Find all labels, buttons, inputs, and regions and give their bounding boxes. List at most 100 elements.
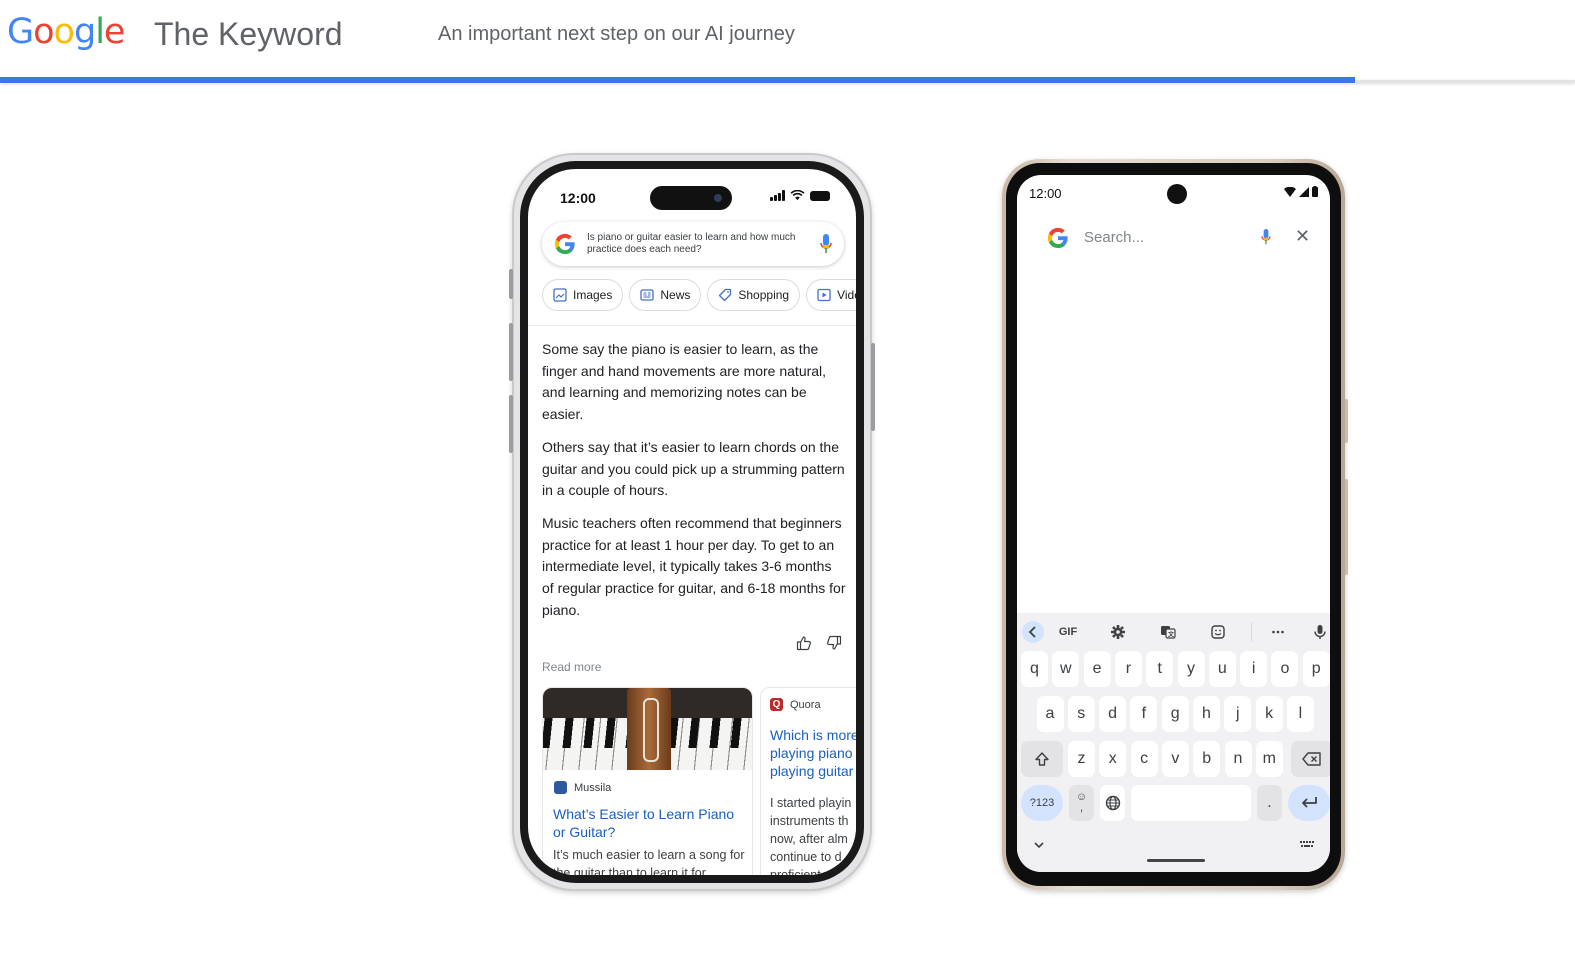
power-button bbox=[1345, 399, 1348, 443]
google-logo[interactable]: Google bbox=[7, 9, 125, 55]
key-v[interactable]: v bbox=[1161, 741, 1189, 777]
enter-icon bbox=[1302, 797, 1317, 808]
sticker-icon[interactable] bbox=[1203, 617, 1233, 647]
volume-down-button bbox=[509, 395, 513, 453]
iphone-mockup: 12:00 Is piano or guitar easier to learn… bbox=[509, 153, 875, 891]
key-o[interactable]: o bbox=[1271, 651, 1299, 687]
camera-icon bbox=[714, 194, 722, 202]
svg-text:文: 文 bbox=[1167, 631, 1175, 639]
voice-input-icon[interactable] bbox=[1305, 617, 1330, 647]
key-c[interactable]: c bbox=[1130, 741, 1158, 777]
home-indicator[interactable] bbox=[1147, 859, 1205, 862]
hide-keyboard-chevron-icon[interactable] bbox=[1033, 840, 1045, 850]
search-bar[interactable]: Is piano or guitar easier to learn and h… bbox=[542, 222, 844, 266]
article-title: An important next step on our AI journey bbox=[438, 23, 795, 45]
source-card[interactable]: Q Quora Which is more playing piano play… bbox=[760, 687, 856, 875]
card-source: Q Quora bbox=[770, 698, 821, 711]
on-screen-keyboard: GIF 文 q w e r t y u i o p a s d f g h j … bbox=[1017, 613, 1330, 872]
space-bar[interactable] bbox=[1131, 785, 1251, 821]
chip-videos[interactable]: Vide bbox=[806, 279, 856, 311]
quora-icon: Q bbox=[770, 698, 783, 711]
thumbs-up-icon[interactable] bbox=[796, 635, 812, 651]
key-i[interactable]: i bbox=[1240, 651, 1268, 687]
read-more-link[interactable]: Read more bbox=[542, 660, 601, 674]
key-b[interactable]: b bbox=[1193, 741, 1221, 777]
google-g-icon bbox=[554, 233, 575, 255]
shift-icon bbox=[1035, 752, 1049, 766]
key-k[interactable]: k bbox=[1255, 696, 1283, 732]
keyboard-switch-icon[interactable] bbox=[1300, 840, 1314, 850]
settings-gear-icon[interactable] bbox=[1103, 617, 1133, 647]
key-u[interactable]: u bbox=[1208, 651, 1236, 687]
key-r[interactable]: r bbox=[1114, 651, 1142, 687]
card-snippet: It’s much easier to learn a song for the… bbox=[553, 848, 745, 875]
key-a[interactable]: a bbox=[1036, 696, 1064, 732]
key-x[interactable]: x bbox=[1099, 741, 1127, 777]
key-z[interactable]: z bbox=[1068, 741, 1095, 777]
key-m[interactable]: m bbox=[1255, 741, 1283, 777]
chip-shopping[interactable]: Shopping bbox=[707, 279, 801, 311]
enter-key[interactable] bbox=[1288, 785, 1330, 821]
card-snippet: I started playin instruments th now, aft… bbox=[770, 796, 852, 875]
card-title-link[interactable]: Which is more playing piano playing guit… bbox=[770, 726, 856, 780]
search-filter-chips: Images News Shopping Vide bbox=[542, 279, 856, 311]
piano-guitar-image bbox=[543, 688, 752, 770]
period-key[interactable]: . bbox=[1257, 785, 1282, 821]
iphone-screen: 12:00 Is piano or guitar easier to learn… bbox=[528, 169, 856, 875]
gif-button[interactable]: GIF bbox=[1051, 617, 1085, 647]
video-icon bbox=[817, 288, 831, 302]
key-s[interactable]: s bbox=[1067, 696, 1095, 732]
chip-images[interactable]: Images bbox=[542, 279, 624, 311]
translate-icon[interactable]: 文 bbox=[1153, 617, 1183, 647]
globe-icon bbox=[1105, 795, 1120, 811]
key-h[interactable]: h bbox=[1193, 696, 1220, 732]
backspace-key[interactable] bbox=[1291, 741, 1330, 777]
key-q[interactable]: q bbox=[1021, 651, 1048, 687]
search-query: Is piano or guitar easier to learn and h… bbox=[587, 232, 796, 255]
key-f[interactable]: f bbox=[1130, 696, 1158, 732]
key-e[interactable]: e bbox=[1083, 651, 1111, 687]
thumbs-down-icon[interactable] bbox=[826, 635, 842, 651]
key-d[interactable]: d bbox=[1099, 696, 1127, 732]
source-card[interactable]: Mussila What’s Easier to Learn Piano or … bbox=[542, 687, 753, 875]
keyboard-nav-bar bbox=[1017, 832, 1330, 872]
chip-news[interactable]: News bbox=[629, 279, 702, 311]
emoji-comma-key[interactable]: ☺, bbox=[1069, 785, 1094, 821]
key-y[interactable]: y bbox=[1177, 651, 1205, 687]
back-chevron-icon[interactable] bbox=[1022, 621, 1044, 643]
google-g-icon bbox=[1047, 227, 1068, 249]
status-time: 12:00 bbox=[1029, 186, 1062, 201]
key-t[interactable]: t bbox=[1146, 651, 1174, 687]
status-time: 12:00 bbox=[560, 190, 596, 206]
microphone-icon[interactable] bbox=[820, 234, 832, 254]
microphone-icon[interactable] bbox=[1261, 229, 1271, 245]
action-button bbox=[509, 269, 513, 299]
more-options-icon[interactable] bbox=[1263, 617, 1293, 647]
symbols-key[interactable]: ?123 bbox=[1021, 785, 1063, 821]
shift-key[interactable] bbox=[1021, 741, 1063, 777]
search-input[interactable]: Search... bbox=[1084, 229, 1144, 246]
key-j[interactable]: j bbox=[1224, 696, 1252, 732]
battery-icon bbox=[1312, 186, 1318, 197]
site-title[interactable]: The Keyword bbox=[154, 14, 343, 54]
language-globe-key[interactable] bbox=[1100, 785, 1125, 821]
android-screen: 12:00 Search... ✕ GIF 文 q w e r t y u i … bbox=[1017, 175, 1330, 872]
wifi-icon bbox=[790, 190, 805, 201]
ai-paragraph: Music teachers often recommend that begi… bbox=[542, 514, 846, 618]
keyboard-toolbar: GIF 文 bbox=[1017, 617, 1330, 647]
volume-button bbox=[1345, 479, 1348, 575]
battery-icon bbox=[810, 190, 830, 201]
power-button bbox=[871, 343, 875, 431]
mussila-icon bbox=[554, 781, 567, 794]
key-l[interactable]: l bbox=[1286, 696, 1314, 732]
key-g[interactable]: g bbox=[1161, 696, 1189, 732]
search-bar[interactable]: Search... ✕ bbox=[1017, 213, 1330, 261]
card-source: Mussila bbox=[554, 781, 611, 794]
key-p[interactable]: p bbox=[1302, 651, 1330, 687]
image-icon bbox=[553, 288, 567, 302]
volume-up-button bbox=[509, 323, 513, 381]
card-title-link[interactable]: What’s Easier to Learn Piano or Guitar? bbox=[553, 805, 748, 841]
key-n[interactable]: n bbox=[1224, 741, 1252, 777]
key-w[interactable]: w bbox=[1052, 651, 1080, 687]
close-icon[interactable]: ✕ bbox=[1295, 225, 1310, 247]
